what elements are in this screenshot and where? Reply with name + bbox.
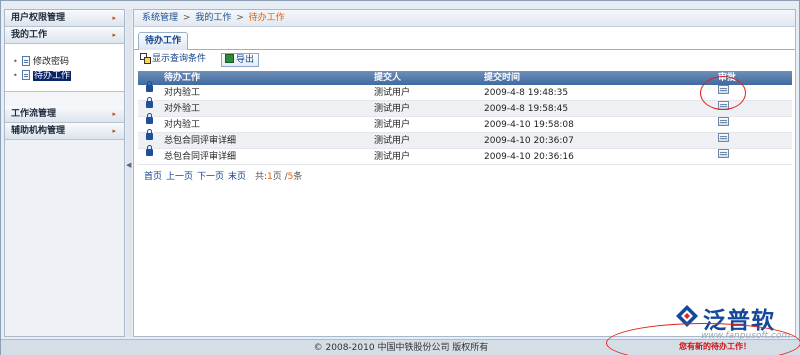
query-icon — [140, 53, 151, 64]
cell-task[interactable]: 总包合同评审详细 — [164, 149, 236, 165]
lock-icon — [146, 113, 153, 124]
page-info: 共:1页 /5条 — [255, 172, 302, 182]
cell-time: 2009-4-10 20:36:07 — [484, 136, 574, 146]
toolbar: 显示查询条件 导出 — [134, 50, 795, 70]
sidebar-splitter[interactable]: ◀ — [126, 9, 132, 337]
sidebar-section-label: 我的工作 — [11, 30, 48, 40]
document-icon — [22, 70, 30, 80]
breadcrumb-item[interactable]: 我的工作 — [195, 13, 231, 23]
cell-task[interactable]: 对内验工 — [164, 85, 200, 101]
sidebar-section-my-work[interactable]: 我的工作 ▸ — [5, 27, 124, 44]
table-row[interactable]: 对内验工 测试用户 2009-4-10 19:58:08 — [138, 113, 792, 133]
page-info-suffix: 条 — [293, 172, 303, 182]
highlight-circle-approve — [700, 76, 746, 110]
sidebar-lower-sections: 工作流管理 ▸ 辅助机构管理 ▸ — [5, 106, 124, 140]
table-body: 对内验工 测试用户 2009-4-8 19:48:35 对外验工 测试用户 20… — [138, 81, 792, 165]
table-row[interactable]: 对内验工 测试用户 2009-4-8 19:48:35 — [138, 81, 792, 101]
cell-time: 2009-4-10 19:58:08 — [484, 120, 574, 130]
show-query-label: 显示查询条件 — [152, 54, 207, 64]
collapse-arrow-icon[interactable]: ◀ — [126, 161, 131, 169]
table-row[interactable]: 对外验工 测试用户 2009-4-8 19:58:45 — [138, 97, 792, 117]
cell-time: 2009-4-10 20:36:16 — [484, 152, 574, 162]
breadcrumb-current: 待办工作 — [248, 13, 285, 23]
sidebar-section-label: 辅助机构管理 — [11, 126, 66, 136]
sidebar-section-label: 用户权限管理 — [11, 13, 66, 23]
app-window: 用户权限管理 ▸ 我的工作 ▸ • 修改密码 • 待办工作 工作流管理 ▸ 辅助机构… — [0, 0, 800, 355]
lock-icon — [146, 145, 153, 156]
pagination: 首页 上一页 下一页 末页 共:1页 /5条 — [144, 169, 302, 182]
table-row[interactable]: 总包合同评审详细 测试用户 2009-4-10 20:36:07 — [138, 129, 792, 149]
column-header-time[interactable]: 提交时间 — [484, 71, 520, 85]
breadcrumb: 系统管理 > 我的工作 > 待办工作 — [134, 10, 795, 27]
tree-item-change-password[interactable]: • 修改密码 — [5, 55, 124, 69]
main-panel: 系统管理 > 我的工作 > 待办工作 待办工作 显示查询条件 导出 待办工作 提… — [133, 9, 796, 337]
export-label: 导出 — [236, 55, 255, 65]
column-header-submitter[interactable]: 提交人 — [374, 71, 401, 85]
breadcrumb-item[interactable]: 系统管理 — [142, 13, 178, 23]
cell-submitter: 测试用户 — [374, 136, 411, 146]
approve-icon[interactable] — [718, 149, 729, 158]
tree-item-label: 修改密码 — [33, 57, 70, 67]
sidebar-section-auxiliary[interactable]: 辅助机构管理 ▸ — [5, 123, 124, 140]
document-icon — [22, 56, 30, 66]
tree-item-pending-work[interactable]: • 待办工作 — [5, 69, 124, 83]
page-info-page-word: 页 / — [272, 172, 288, 182]
breadcrumb-separator: > — [182, 13, 191, 23]
sidebar-section-label: 工作流管理 — [11, 109, 57, 119]
column-header-task[interactable]: 待办工作 — [164, 71, 200, 85]
sidebar: 用户权限管理 ▸ 我的工作 ▸ • 修改密码 • 待办工作 工作流管理 ▸ 辅助机构… — [4, 9, 125, 337]
cell-submitter: 测试用户 — [374, 104, 411, 114]
lock-icon — [146, 97, 153, 108]
sidebar-section-user-permissions[interactable]: 用户权限管理 ▸ — [5, 10, 124, 27]
my-work-tree: • 修改密码 • 待办工作 — [5, 44, 124, 92]
tab-pending-work[interactable]: 待办工作 — [138, 32, 189, 50]
cell-task[interactable]: 总包合同评审详细 — [164, 133, 236, 149]
first-page-link[interactable]: 首页 — [144, 172, 162, 182]
tab-bar: 待办工作 — [134, 30, 795, 50]
prev-page-link[interactable]: 上一页 — [166, 172, 193, 182]
lock-icon — [146, 81, 153, 92]
chevron-right-icon: ▸ — [112, 31, 116, 39]
cell-task[interactable]: 对内验工 — [164, 117, 200, 133]
cell-time: 2009-4-8 19:58:45 — [484, 104, 569, 114]
table-row[interactable]: 总包合同评审详细 测试用户 2009-4-10 20:36:16 — [138, 145, 792, 165]
tree-item-label: 待办工作 — [33, 71, 72, 81]
cell-task[interactable]: 对外验工 — [164, 101, 200, 117]
cell-submitter: 测试用户 — [374, 88, 411, 98]
table-header: 待办工作 提交人 提交时间 审批 — [138, 71, 792, 85]
page-info-prefix: 共: — [254, 172, 267, 182]
export-button[interactable]: 导出 — [221, 53, 259, 67]
lock-icon — [146, 129, 153, 140]
chevron-right-icon: ▸ — [112, 127, 116, 135]
bullet-icon: • — [13, 57, 18, 66]
sidebar-section-workflow[interactable]: 工作流管理 ▸ — [5, 106, 124, 123]
show-query-button[interactable]: 显示查询条件 — [140, 53, 206, 67]
cell-submitter: 测试用户 — [374, 152, 411, 162]
highlight-circle-notice — [606, 323, 800, 355]
approve-icon[interactable] — [718, 133, 729, 142]
chevron-right-icon: ▸ — [112, 110, 116, 118]
cell-submitter: 测试用户 — [374, 120, 411, 130]
approve-icon[interactable] — [718, 117, 729, 126]
breadcrumb-separator: > — [236, 13, 244, 23]
copyright-text: © 2008-2010 中国中铁股份公司 版权所有 — [313, 343, 489, 353]
next-page-link[interactable]: 下一页 — [197, 172, 224, 182]
chevron-right-icon: ▸ — [112, 14, 116, 22]
bullet-icon: • — [13, 71, 18, 80]
last-page-link[interactable]: 末页 — [228, 172, 246, 182]
pending-work-table: 待办工作 提交人 提交时间 审批 对内验工 测试用户 2009-4-8 19:4… — [138, 71, 792, 165]
excel-icon — [225, 54, 234, 63]
sidebar-empty-area — [5, 140, 124, 336]
cell-time: 2009-4-8 19:48:35 — [484, 88, 569, 98]
